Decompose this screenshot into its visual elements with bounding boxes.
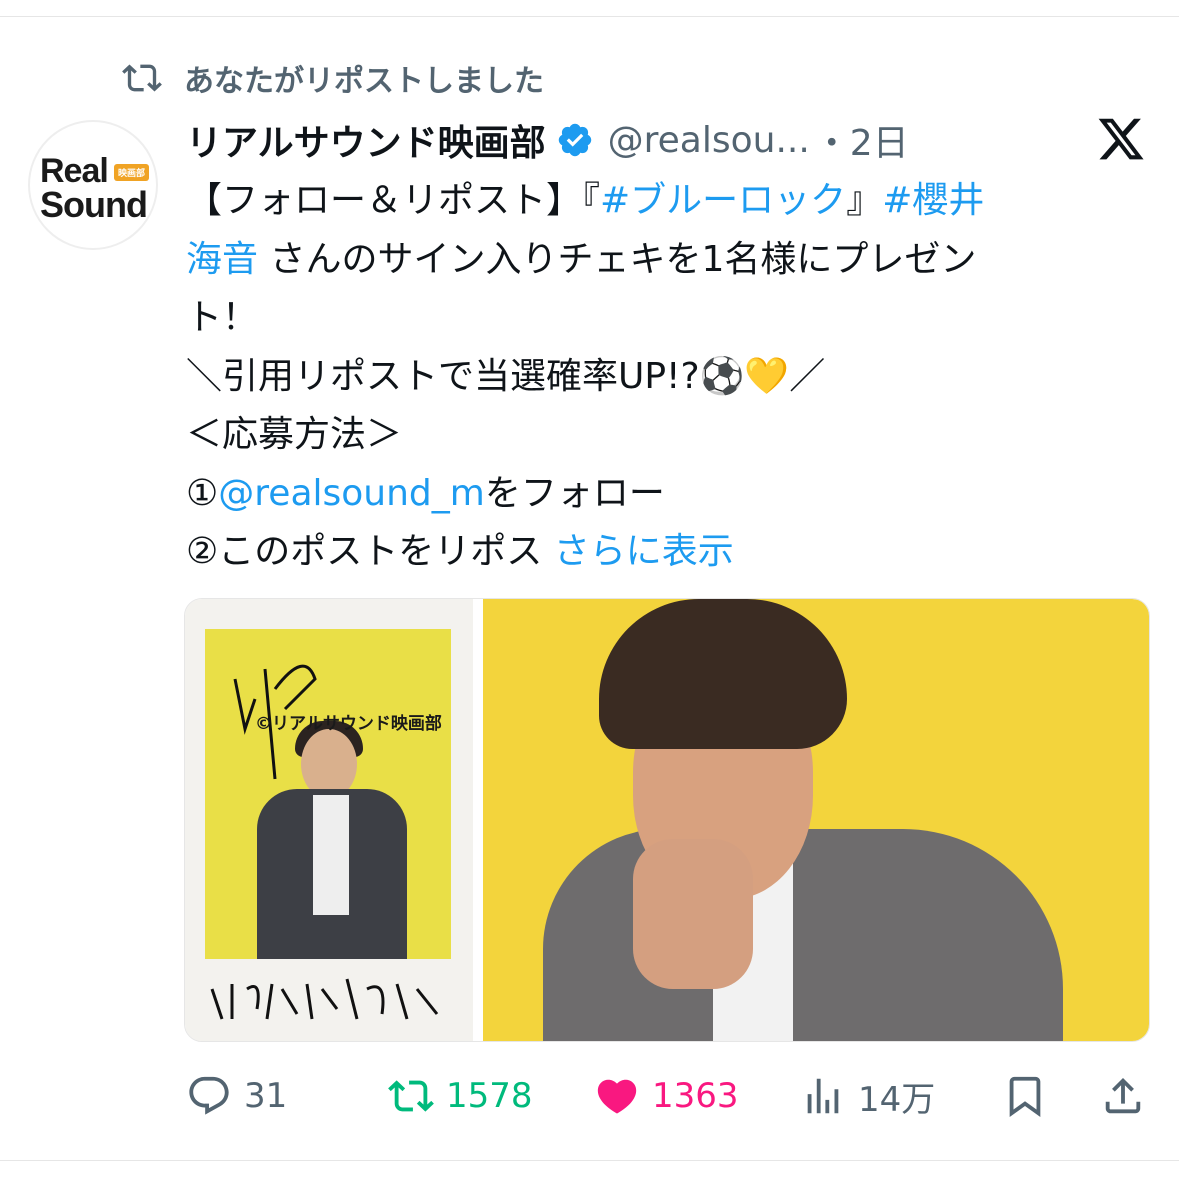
like-button[interactable]: 1363 bbox=[594, 1068, 739, 1124]
mention-link[interactable]: @realsound_m bbox=[218, 473, 485, 514]
post-text-line: ト！ bbox=[186, 297, 259, 338]
views-button[interactable]: 14万 bbox=[800, 1068, 935, 1124]
share-icon bbox=[1105, 1077, 1141, 1114]
avatar-tag: 映画部 bbox=[114, 164, 150, 181]
cheki-photo: ©リアルサウンド映画部 bbox=[205, 629, 451, 959]
repost-icon bbox=[388, 1080, 434, 1112]
bottom-divider bbox=[0, 1160, 1179, 1161]
media-image-portrait[interactable] bbox=[483, 599, 1149, 1041]
verified-badge-icon bbox=[558, 123, 591, 157]
views-chart-icon bbox=[807, 1078, 839, 1114]
watermark: ©リアルサウンド映画部 bbox=[255, 714, 442, 734]
hashtag-bluelock-link[interactable]: #ブルーロック bbox=[600, 180, 846, 221]
post-text: 【フォロー＆リポスト】『#ブルーロック』#櫻井 海音 さんのサイン入りチェキを1… bbox=[186, 172, 1146, 582]
post-header: リアルサウンド映画部 @realsou... ・2日 bbox=[186, 112, 909, 168]
top-divider bbox=[0, 16, 1179, 17]
post-text-segment: ②このポストをリポス bbox=[186, 531, 554, 572]
media-image-cheki[interactable]: ©リアルサウンド映画部 bbox=[185, 599, 473, 1041]
x-logo-icon bbox=[1098, 118, 1144, 160]
photo-figure bbox=[543, 829, 1063, 1041]
like-count: 1363 bbox=[652, 1076, 739, 1116]
post-text-segment: ① bbox=[186, 472, 219, 514]
views-count: 14万 bbox=[858, 1079, 936, 1120]
avatar-text-line2: Sound bbox=[40, 184, 148, 225]
repost-notice[interactable]: あなたがリポストしました bbox=[120, 58, 544, 99]
post-text-segment: 【フォロー＆リポスト】『 bbox=[186, 180, 601, 221]
reply-icon bbox=[189, 1076, 229, 1115]
repost-count: 1578 bbox=[446, 1076, 533, 1116]
hashtag-sakurai-link[interactable]: #櫻井 bbox=[882, 180, 984, 221]
post-text-line: ＜応募方法＞ bbox=[186, 414, 403, 455]
handwriting-icon bbox=[210, 978, 439, 1020]
bookmark-button[interactable] bbox=[1002, 1068, 1048, 1124]
author-handle[interactable]: @realsou... bbox=[608, 120, 810, 161]
post-text-line: ＼引用リポストで当選確率UP!?⚽💛／ bbox=[186, 355, 826, 397]
reply-count: 31 bbox=[244, 1076, 288, 1116]
hashtag-sakurai-link-cont[interactable]: 海音 bbox=[186, 239, 258, 280]
repost-icon bbox=[122, 64, 162, 92]
post-text-segment: をフォロー bbox=[484, 472, 665, 514]
show-more-link[interactable]: さらに表示 bbox=[554, 531, 734, 572]
repost-notice-text: あなたがリポストしました bbox=[184, 64, 544, 99]
photo-figure bbox=[633, 839, 753, 989]
photo-figure bbox=[313, 795, 349, 915]
bookmark-icon bbox=[1009, 1076, 1041, 1117]
avatar[interactable]: Real 映画部 Sound bbox=[28, 120, 158, 250]
share-button[interactable] bbox=[1100, 1068, 1146, 1124]
repost-button[interactable]: 1578 bbox=[388, 1068, 533, 1124]
heart-icon bbox=[597, 1079, 637, 1114]
photo-figure bbox=[599, 599, 847, 749]
author-name[interactable]: リアルサウンド映画部 bbox=[186, 114, 546, 166]
media-grid: ©リアルサウンド映画部 bbox=[184, 598, 1150, 1042]
action-bar: 31 1578 1363 14万 bbox=[186, 1068, 1146, 1124]
post-text-segment: 』 bbox=[846, 180, 883, 221]
reply-button[interactable]: 31 bbox=[186, 1068, 287, 1124]
post-text-segment: さんのサイン入りチェキを1名様にプレゼン bbox=[258, 238, 977, 280]
post-time[interactable]: ・2日 bbox=[814, 114, 909, 166]
